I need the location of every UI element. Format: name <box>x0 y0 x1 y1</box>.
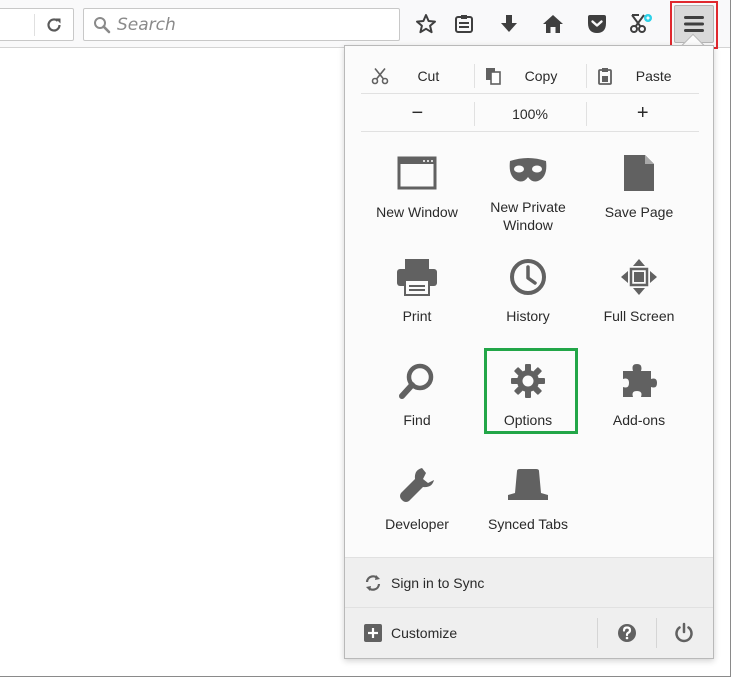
star-icon <box>416 14 436 34</box>
history-label: History <box>506 308 550 324</box>
history-button[interactable]: History <box>478 246 578 338</box>
download-arrow-icon <box>501 15 517 32</box>
pocket-button[interactable] <box>583 9 611 39</box>
search-input[interactable] <box>117 14 377 35</box>
new-window-button[interactable]: New Window <box>367 142 467 234</box>
paste-button[interactable]: Paste <box>586 58 699 93</box>
copy-button[interactable]: Copy <box>473 58 587 93</box>
zoom-level: 100% <box>512 105 548 122</box>
synced-tabs-label: Synced Tabs <box>488 516 568 532</box>
zoom-in-button[interactable]: + <box>586 96 699 131</box>
synced-tabs-button[interactable]: Synced Tabs <box>478 454 578 546</box>
new-window-label: New Window <box>376 204 458 220</box>
synced-tabs-icon <box>508 469 548 500</box>
new-private-window-button[interactable]: New Private Window <box>478 142 578 234</box>
help-button[interactable] <box>616 622 638 644</box>
footer-divider <box>597 618 598 648</box>
edit-controls: Cut Copy Paste <box>361 58 699 94</box>
puzzle-piece-icon <box>623 364 657 397</box>
quit-button[interactable] <box>673 622 695 644</box>
options-highlight <box>484 348 578 434</box>
footer-divider <box>656 618 657 648</box>
help-icon <box>618 624 636 642</box>
developer-label: Developer <box>385 516 449 532</box>
scissors-icon <box>371 67 389 85</box>
downloads-button[interactable] <box>495 9 523 39</box>
cut-label: Cut <box>417 67 440 84</box>
add-ons-label: Add-ons <box>612 412 666 428</box>
sign-in-to-sync-button[interactable]: Sign in to Sync <box>345 557 713 608</box>
page-icon <box>624 155 654 191</box>
panel-footer: Customize <box>345 608 713 658</box>
new-private-window-label: New Private Window <box>490 199 566 233</box>
copy-icon <box>485 68 501 85</box>
zoom-out-button[interactable]: − <box>361 96 474 131</box>
sync-icon <box>365 574 381 591</box>
zoom-out-label: − <box>411 102 424 124</box>
print-button[interactable]: Print <box>367 246 467 338</box>
find-button[interactable]: Find <box>367 350 467 442</box>
mask-icon <box>509 157 547 181</box>
cut-button[interactable]: Cut <box>361 58 474 93</box>
save-page-label: Save Page <box>604 204 674 220</box>
plus-square-icon <box>364 624 382 642</box>
reload-icon <box>47 18 61 32</box>
bookmark-star-button[interactable] <box>412 9 440 39</box>
home-icon <box>543 15 563 33</box>
reload-button[interactable] <box>44 15 64 35</box>
full-screen-button[interactable]: Full Screen <box>589 246 689 338</box>
navigation-toolbar <box>0 0 730 48</box>
scissors-screenshot-icon <box>630 14 652 33</box>
developer-button[interactable]: Developer <box>367 454 467 546</box>
bookmarks-list-icon <box>455 15 473 33</box>
screenshot-button[interactable] <box>627 9 655 39</box>
zoom-controls: − 100% + <box>361 96 699 132</box>
bookmarks-menu-button[interactable] <box>450 9 478 39</box>
clock-icon <box>510 259 546 295</box>
add-ons-button[interactable]: Add-ons <box>589 350 689 442</box>
customize-label: Customize <box>391 625 458 641</box>
pocket-icon <box>588 15 606 33</box>
printer-icon <box>397 259 437 296</box>
clipboard-icon <box>598 68 613 85</box>
copy-label: Copy <box>524 67 558 84</box>
window-icon <box>397 156 437 190</box>
paste-label: Paste <box>635 67 672 84</box>
customize-button[interactable]: Customize <box>345 608 595 658</box>
save-page-button[interactable]: Save Page <box>589 142 689 234</box>
search-icon <box>94 16 111 33</box>
print-label: Print <box>402 308 432 324</box>
url-bar[interactable] <box>0 8 74 41</box>
wrench-icon <box>400 468 434 502</box>
search-box[interactable] <box>83 8 400 41</box>
zoom-in-label: + <box>636 102 649 124</box>
magnifier-icon <box>399 363 434 399</box>
power-icon <box>675 622 693 643</box>
sign-in-to-sync-label: Sign in to Sync <box>391 574 485 591</box>
fullscreen-arrows-icon <box>621 259 657 295</box>
url-bar-divider <box>34 14 35 36</box>
full-screen-label: Full Screen <box>603 308 675 324</box>
zoom-reset-button[interactable]: 100% <box>473 96 587 131</box>
home-button[interactable] <box>539 9 567 39</box>
find-label: Find <box>403 412 431 428</box>
